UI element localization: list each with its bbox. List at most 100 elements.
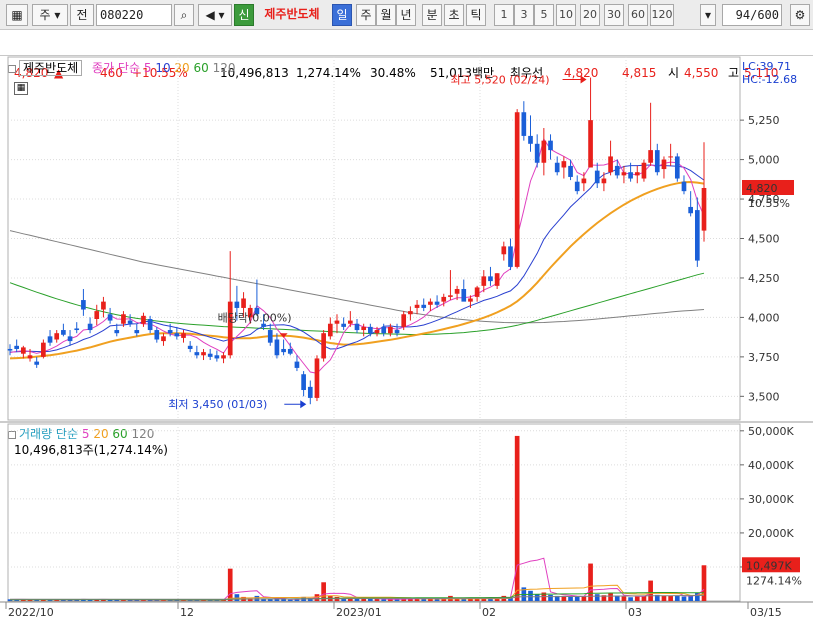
hc-value: HC:-12.68 <box>742 73 798 86</box>
ma60-label[interactable]: 60 <box>194 61 209 75</box>
interval-button-5[interactable]: 5 <box>534 4 554 26</box>
candle-body <box>628 172 633 179</box>
vol-ma5-label[interactable]: 5 <box>82 427 90 441</box>
candle-body <box>488 276 493 282</box>
candle-body <box>27 355 33 359</box>
volume-bar <box>194 599 200 601</box>
volume-bar <box>201 599 206 601</box>
page-count[interactable]: 94/600 <box>722 4 782 26</box>
volume-bar <box>47 599 53 601</box>
price-tick-label: 4,000 <box>748 311 780 324</box>
volume-bar <box>227 568 233 601</box>
candle-body <box>194 352 200 356</box>
period-button-3[interactable]: 년 <box>396 4 416 26</box>
stock-name: 제주반도체 <box>264 7 320 21</box>
ma120-label[interactable]: 120 <box>213 61 236 75</box>
page-count-value: 94 <box>735 8 751 22</box>
volume-bar <box>114 599 120 601</box>
ma20-label[interactable]: 20 <box>174 61 189 75</box>
interval-button-10[interactable]: 10 <box>556 4 576 26</box>
ma-title[interactable]: 종가 단순 <box>92 61 140 75</box>
candle-body <box>327 323 333 337</box>
volume-bar <box>514 435 520 601</box>
volume-bar <box>67 599 73 601</box>
interval-button-60[interactable]: 60 <box>628 4 648 26</box>
candle-body <box>521 112 527 136</box>
x-axis-label: 2023/01 <box>336 606 382 619</box>
vol-ma20-label[interactable]: 20 <box>93 427 108 441</box>
volume-bar <box>521 587 527 601</box>
period-button-2[interactable]: 월 <box>376 4 396 26</box>
candle-body <box>368 326 373 334</box>
volume-bar <box>34 599 40 601</box>
market-select[interactable]: 주 ▾ <box>32 4 68 26</box>
volume-bar <box>468 598 473 601</box>
volume-bar <box>74 599 80 601</box>
volume-tick-label: 10,000K <box>748 561 794 574</box>
search-icon[interactable]: ⌕ <box>174 4 194 26</box>
candle-body <box>61 330 66 335</box>
volume-bar <box>581 596 587 601</box>
candle-body <box>187 345 193 349</box>
candle-body <box>688 206 693 214</box>
ma10-label[interactable]: 10 <box>155 61 170 75</box>
interval-button-3[interactable]: 3 <box>514 4 534 26</box>
interval-button-30[interactable]: 30 <box>604 4 624 26</box>
code-input[interactable]: 080220 <box>96 4 172 26</box>
candle-body <box>247 307 253 318</box>
lc-value: LC:39.71 <box>742 60 792 73</box>
ma5-label[interactable]: 5 <box>144 61 152 75</box>
candle-body <box>67 336 73 342</box>
candle-body <box>701 187 707 231</box>
candle-body <box>121 314 126 324</box>
candle-body <box>554 162 560 173</box>
volume-bar <box>294 599 300 601</box>
period-button-6[interactable]: 틱 <box>466 4 486 26</box>
price-tick-label: 4,500 <box>748 233 780 246</box>
volume-bar <box>87 599 93 601</box>
period-button-4[interactable]: 분 <box>422 4 442 26</box>
price-tick-label: 5,000 <box>748 154 780 167</box>
volume-bar <box>374 598 380 601</box>
candle-body <box>621 172 627 176</box>
volume-bar <box>408 598 413 601</box>
volume-bar <box>588 563 593 601</box>
grid-icon[interactable]: ▦ <box>14 82 28 95</box>
candle-body <box>448 295 453 297</box>
checkbox-icon[interactable] <box>8 64 16 73</box>
volume-bar <box>481 597 487 601</box>
candle-body <box>654 150 660 173</box>
volume-bar <box>674 595 680 601</box>
interval-button-120[interactable]: 120 <box>650 4 674 26</box>
trade-amount: 51,013백만 <box>430 66 495 80</box>
legend-stock-name[interactable]: 제주반도체 <box>19 60 83 76</box>
candle-body <box>234 301 240 308</box>
volume-bar <box>414 598 420 601</box>
settings-icon[interactable]: ⚙ <box>790 4 810 26</box>
market-label: 주 <box>39 8 51 22</box>
period-button-1[interactable]: 주 <box>356 4 376 26</box>
candle-body <box>501 246 507 255</box>
open-price: 4,550 <box>684 66 719 80</box>
prev-button[interactable]: 전 <box>70 4 94 26</box>
layout-icon[interactable]: ▦ <box>6 4 28 26</box>
interval-button-20[interactable]: 20 <box>580 4 600 26</box>
candle-body <box>167 330 173 334</box>
candle-body <box>401 314 407 327</box>
checkbox-icon[interactable] <box>8 430 16 439</box>
period-button-0[interactable]: 일 <box>332 4 352 26</box>
interval-button-1[interactable]: 1 <box>494 4 514 26</box>
volume-bar <box>494 597 500 601</box>
sound-icon[interactable]: ◀ ▾ <box>198 4 232 26</box>
volume-title[interactable]: 거래량 단순 <box>19 427 78 441</box>
volume-tag-value: 10,497K <box>746 559 792 572</box>
period-button-5[interactable]: 초 <box>444 4 464 26</box>
dropdown-icon[interactable]: ▾ <box>700 4 716 26</box>
volume-bar <box>281 599 286 601</box>
volume-bar <box>534 594 540 601</box>
volume-bar <box>141 599 146 601</box>
candle-body <box>408 311 413 315</box>
price-tick-label: 5,250 <box>748 114 780 127</box>
vol-ma60-label[interactable]: 60 <box>112 427 127 441</box>
vol-ma120-label[interactable]: 120 <box>132 427 155 441</box>
